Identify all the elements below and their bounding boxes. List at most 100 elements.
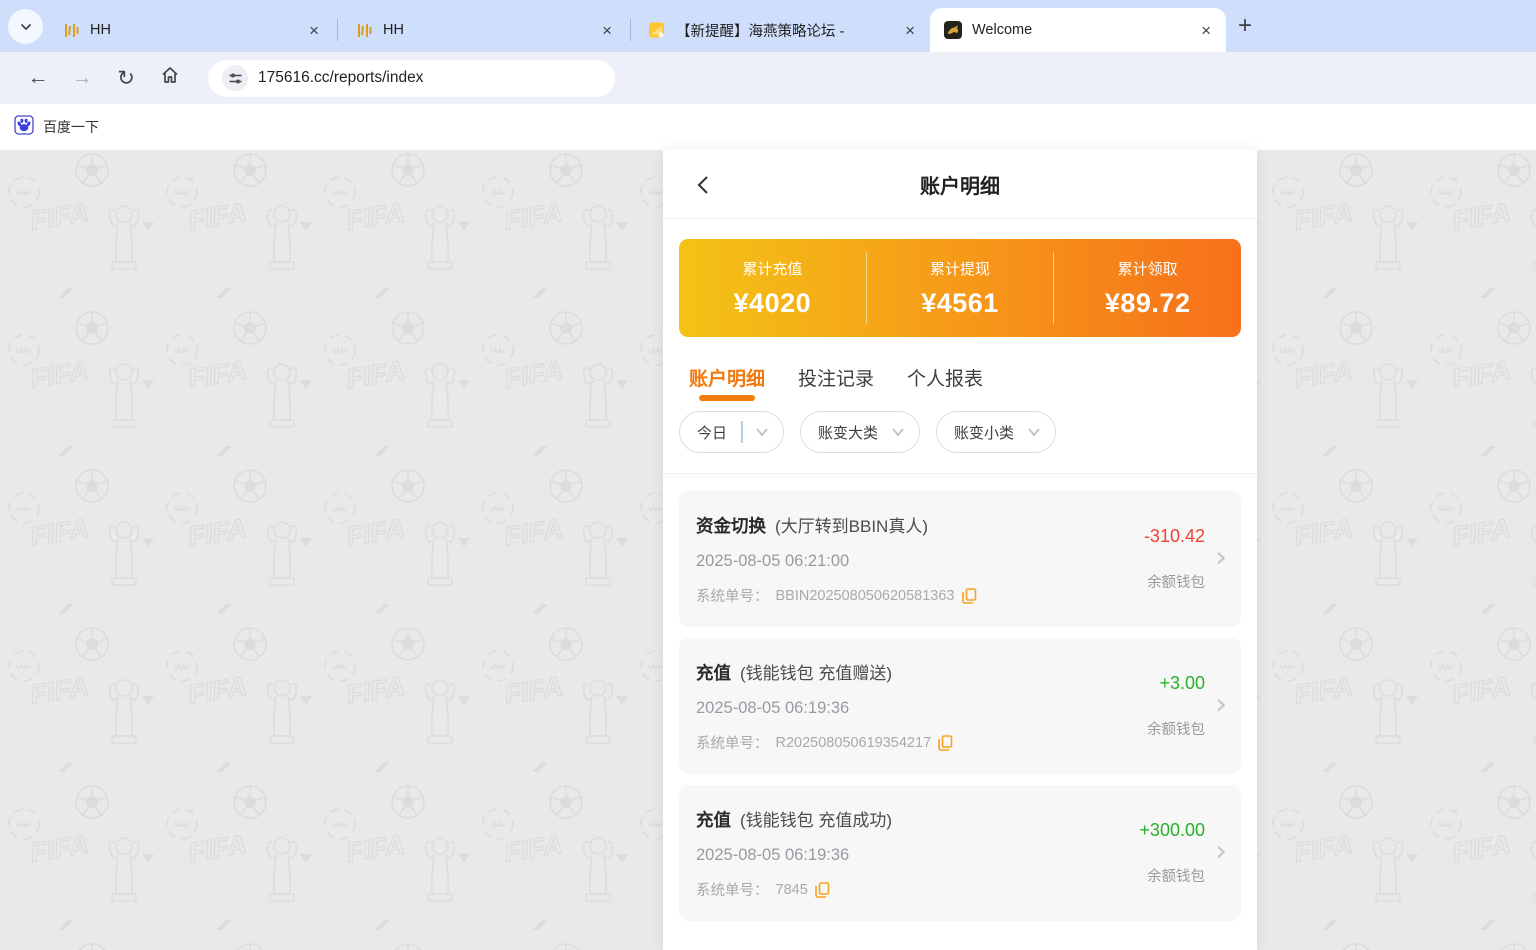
- bookmark-baidu[interactable]: 百度一下: [43, 117, 99, 137]
- transaction-amount-block: +3.00 余额钱包: [1085, 638, 1205, 774]
- browser-toolbar: ← → ↻ 175616.cc/reports/index: [0, 52, 1536, 104]
- welcome-favicon: [944, 21, 962, 39]
- tab-label: Welcome: [972, 22, 1184, 38]
- copy-icon[interactable]: [962, 588, 977, 604]
- chevron-right-icon[interactable]: ›: [1205, 687, 1231, 726]
- hh-favicon: [355, 21, 373, 39]
- browser-tab-strip: HH × HH × 【新提醒】海燕策略论坛 - × Welcome × +: [0, 0, 1536, 52]
- transaction-row[interactable]: 充值 (钱能钱包 充值成功) 2025-08-05 06:19:36 系统单号： …: [679, 785, 1241, 921]
- transaction-order: 系统单号： 7845: [696, 879, 1085, 900]
- transaction-title: 充值 (钱能钱包 充值成功): [696, 806, 1085, 832]
- hh-favicon: [62, 21, 80, 39]
- tab-close-icon[interactable]: ×: [898, 19, 922, 42]
- transaction-amount: +300.00: [1139, 820, 1205, 841]
- summary-value: ¥89.72: [1105, 288, 1191, 319]
- tab-personal-report[interactable]: 个人报表: [907, 364, 983, 408]
- transaction-type: 充值: [696, 810, 731, 830]
- filter-bar: 今日 账变大类 账变小类: [663, 408, 1257, 473]
- page-tabs: 账户明细 投注记录 个人报表: [663, 337, 1257, 408]
- tab-close-icon[interactable]: ×: [595, 19, 619, 42]
- mail-favicon: [648, 21, 666, 39]
- transaction-detail: (钱能钱包 充值赠送): [740, 664, 892, 683]
- transaction-title: 充值 (钱能钱包 充值赠送): [696, 659, 1085, 685]
- transaction-title: 资金切换 (大厅转到BBIN真人): [696, 512, 1085, 538]
- transaction-info: 充值 (钱能钱包 充值赠送) 2025-08-05 06:19:36 系统单号： …: [696, 638, 1085, 774]
- transaction-row[interactable]: 充值 (钱能钱包 充值赠送) 2025-08-05 06:19:36 系统单号： …: [679, 638, 1241, 774]
- forward-button[interactable]: →: [60, 66, 104, 90]
- summary-label: 累计提现: [930, 258, 990, 279]
- filter-major-category-dropdown[interactable]: 账变大类: [800, 411, 920, 453]
- transaction-wallet: 余额钱包: [1147, 571, 1205, 592]
- transaction-detail: (钱能钱包 充值成功): [740, 811, 892, 830]
- tab-label: HH: [383, 22, 585, 38]
- browser-tab-hh-1[interactable]: HH ×: [48, 8, 334, 52]
- transaction-amount: -310.42: [1144, 526, 1205, 547]
- site-settings-button[interactable]: [222, 65, 248, 91]
- address-bar[interactable]: 175616.cc/reports/index: [208, 60, 615, 97]
- transaction-amount-block: +300.00 余额钱包: [1085, 785, 1205, 921]
- transaction-datetime: 2025-08-05 06:19:36: [696, 846, 1085, 865]
- baidu-favicon: [14, 115, 34, 140]
- chevron-down-icon: [19, 20, 33, 34]
- tab-label: HH: [90, 22, 292, 38]
- summary-label: 累计领取: [1118, 258, 1178, 279]
- browser-tab-welcome-active[interactable]: Welcome ×: [930, 8, 1226, 52]
- transaction-order: 系统单号： R202508050619354217: [696, 732, 1085, 753]
- transaction-wallet: 余额钱包: [1147, 718, 1205, 739]
- order-number: BBIN202508050620581363: [776, 588, 955, 604]
- home-icon: [160, 65, 180, 85]
- reload-button[interactable]: ↻: [104, 66, 148, 91]
- filter-label: 今日: [697, 422, 727, 443]
- account-detail-panel: 账户明细 累计充值 ¥4020 累计提现 ¥4561 累计领取 ¥89.72 账…: [663, 150, 1257, 950]
- transaction-order: 系统单号： BBIN202508050620581363: [696, 585, 1085, 606]
- transaction-datetime: 2025-08-05 06:19:36: [696, 699, 1085, 718]
- tab-label: 【新提醒】海燕策略论坛 -: [676, 20, 888, 41]
- summary-total-withdraw: 累计提现 ¥4561: [867, 239, 1054, 337]
- order-number: 7845: [776, 882, 808, 898]
- copy-icon[interactable]: [815, 882, 830, 898]
- new-tab-button[interactable]: +: [1226, 12, 1264, 40]
- chevron-down-icon: [1027, 427, 1041, 437]
- order-number: R202508050619354217: [776, 735, 932, 751]
- tab-separator: [337, 19, 338, 41]
- transaction-detail: (大厅转到BBIN真人): [775, 517, 928, 536]
- browser-tab-hh-2[interactable]: HH ×: [341, 8, 627, 52]
- page-content: FIFA 账户明细: [0, 150, 1536, 950]
- site-settings-icon: [228, 71, 243, 86]
- chevron-right-icon[interactable]: ›: [1205, 834, 1231, 873]
- home-button[interactable]: [148, 65, 192, 91]
- filter-label: 账变大类: [818, 422, 878, 443]
- chevron-down-icon: [755, 427, 769, 437]
- back-icon[interactable]: [691, 170, 717, 205]
- transaction-type: 充值: [696, 663, 731, 683]
- summary-value: ¥4020: [734, 288, 812, 319]
- chevron-right-icon[interactable]: ›: [1205, 540, 1231, 579]
- copy-icon[interactable]: [938, 735, 953, 751]
- tab-account-detail[interactable]: 账户明细: [689, 364, 765, 408]
- transaction-amount-block: -310.42 余额钱包: [1085, 491, 1205, 627]
- tab-separator: [630, 19, 631, 41]
- filter-label: 账变小类: [954, 422, 1014, 443]
- tab-close-icon[interactable]: ×: [302, 19, 326, 42]
- back-button[interactable]: ←: [16, 66, 60, 90]
- filter-minor-category-dropdown[interactable]: 账变小类: [936, 411, 1056, 453]
- browser-tab-forum[interactable]: 【新提醒】海燕策略论坛 - ×: [634, 8, 930, 52]
- tab-close-icon[interactable]: ×: [1194, 19, 1218, 42]
- summary-total-deposit: 累计充值 ¥4020: [679, 239, 866, 337]
- transaction-wallet: 余额钱包: [1147, 865, 1205, 886]
- transaction-type: 资金切换: [696, 516, 766, 536]
- summary-card: 累计充值 ¥4020 累计提现 ¥4561 累计领取 ¥89.72: [679, 239, 1241, 337]
- order-label: 系统单号：: [696, 879, 769, 900]
- url-text[interactable]: 175616.cc/reports/index: [258, 69, 423, 87]
- filter-date-dropdown[interactable]: 今日: [679, 411, 784, 453]
- summary-total-claimed: 累计领取 ¥89.72: [1054, 239, 1241, 337]
- transaction-row[interactable]: 资金切换(大厅转到BBIN真人) 2025-08-05 06:21:00 系统单…: [679, 491, 1241, 627]
- chevron-down-icon: [891, 427, 905, 437]
- order-label: 系统单号：: [696, 585, 769, 606]
- tab-search-button[interactable]: [8, 9, 43, 44]
- transaction-list: 资金切换(大厅转到BBIN真人) 2025-08-05 06:21:00 系统单…: [663, 474, 1257, 921]
- tab-bet-records[interactable]: 投注记录: [798, 364, 874, 408]
- transaction-amount: +3.00: [1159, 673, 1205, 694]
- page-title: 账户明细: [920, 170, 1000, 199]
- transaction-info: 充值 (钱能钱包 充值成功) 2025-08-05 06:19:36 系统单号： …: [696, 785, 1085, 921]
